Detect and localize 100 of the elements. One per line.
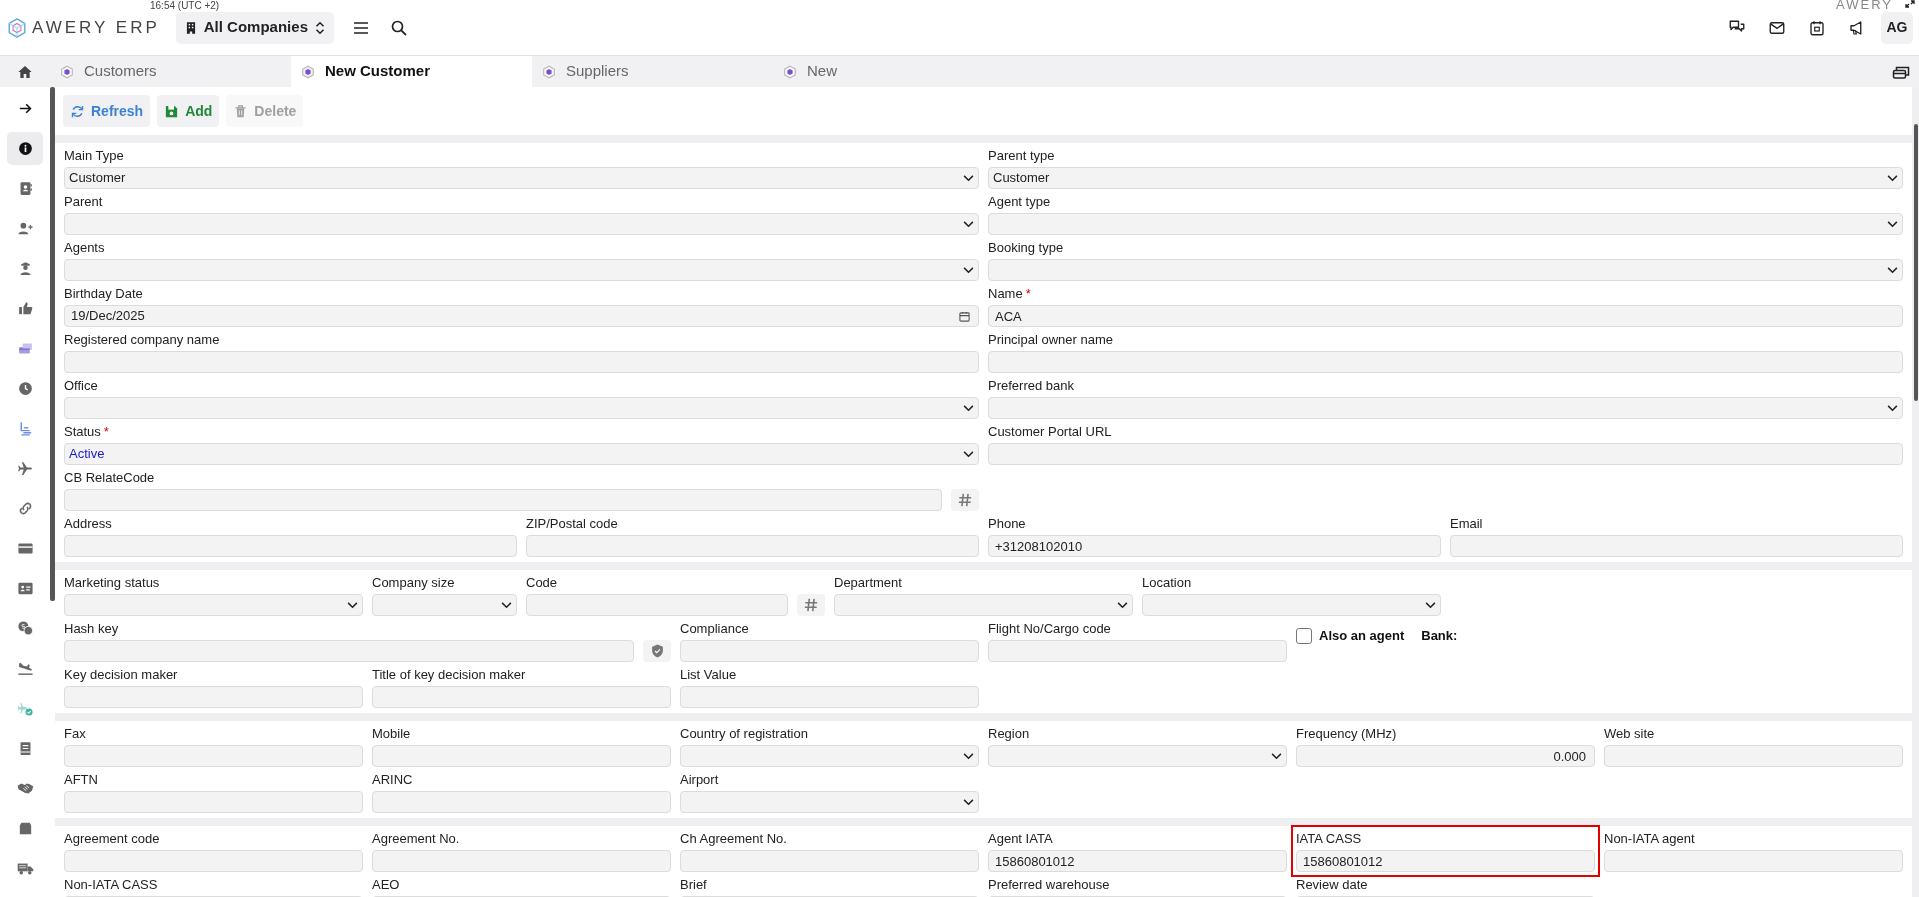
refresh-icon	[70, 103, 85, 119]
calendar-icon	[1808, 18, 1826, 37]
dropdown-field[interactable]	[64, 594, 363, 616]
number-field[interactable]: 0.000	[1296, 745, 1595, 767]
field-label: Customer Portal URL	[988, 423, 1112, 441]
field-label: Title of key decision maker	[372, 666, 526, 684]
dropdown-field[interactable]	[64, 259, 979, 281]
dropdown-field[interactable]: Customer	[64, 167, 979, 189]
user-avatar-button[interactable]: AG	[1881, 11, 1913, 44]
field-label: Airport	[680, 771, 719, 789]
dropdown-field[interactable]	[988, 259, 1903, 281]
dropdown-field[interactable]	[988, 745, 1287, 767]
hash-button[interactable]	[951, 489, 979, 511]
text-field[interactable]	[64, 686, 363, 708]
dropdown-field[interactable]	[988, 397, 1903, 419]
text-field[interactable]	[988, 443, 1903, 465]
hash-icon	[958, 493, 972, 507]
text-field[interactable]	[988, 640, 1287, 662]
shield-button[interactable]	[643, 640, 671, 662]
text-field[interactable]	[680, 850, 979, 872]
field-label: Marketing status	[64, 574, 160, 592]
hash-icon	[804, 598, 818, 612]
chevron-down-icon	[1887, 404, 1898, 412]
chevron-up-down-icon	[313, 20, 326, 35]
chevron-down-icon	[501, 601, 512, 609]
sidebar-item[interactable]	[7, 132, 43, 165]
text-field[interactable]	[680, 686, 979, 708]
company-selector[interactable]: All Companies	[175, 11, 334, 44]
text-field[interactable]	[64, 745, 363, 767]
text-field[interactable]	[64, 640, 634, 662]
field-label: Agreement code	[64, 830, 160, 848]
chevron-down-icon	[963, 798, 974, 806]
field-label: Main Type	[64, 147, 124, 165]
required-mark: *	[1025, 285, 1031, 303]
dropdown-field[interactable]	[64, 213, 979, 235]
corner-logo-text: AWERY	[1836, 0, 1893, 14]
text-field[interactable]	[1604, 745, 1903, 767]
text-field[interactable]	[680, 640, 979, 662]
field-label: Registered company name	[64, 331, 220, 349]
text-field[interactable]: +31208102010	[988, 535, 1441, 557]
field-label: Preferred warehouse	[988, 876, 1110, 894]
text-field[interactable]	[526, 535, 979, 557]
text-field[interactable]	[372, 686, 671, 708]
chevron-down-icon	[1887, 174, 1898, 182]
text-field[interactable]	[988, 351, 1903, 373]
field-label: IATA CASS	[1296, 830, 1362, 848]
field-label: Preferred bank	[988, 377, 1074, 395]
text-field[interactable]	[372, 791, 671, 813]
field-label: Web site	[1604, 725, 1655, 743]
field-label: Region	[988, 725, 1030, 743]
text-field[interactable]	[372, 850, 671, 872]
text-field[interactable]	[64, 850, 363, 872]
dropdown-field[interactable]	[680, 791, 979, 813]
chevron-down-icon	[1887, 220, 1898, 228]
field-label: Non-IATA agent	[1604, 830, 1695, 848]
dropdown-field[interactable]: Active	[64, 443, 979, 465]
date-field[interactable]: 19/Dec/2025	[64, 305, 979, 327]
text-field[interactable]: 15860801012	[1296, 850, 1595, 872]
text-field[interactable]	[64, 351, 979, 373]
tab[interactable]: New Customer	[291, 56, 532, 87]
tab[interactable]: Suppliers	[532, 56, 773, 87]
field-label: Compliance	[680, 620, 749, 638]
text-field[interactable]	[1450, 535, 1903, 557]
dropdown-field[interactable]	[64, 397, 979, 419]
text-field[interactable]	[372, 745, 671, 767]
add-button[interactable]: Add	[157, 95, 220, 127]
tab[interactable]: Customers	[50, 56, 291, 87]
search-icon	[390, 19, 407, 36]
text-field[interactable]: 15860801012	[988, 850, 1287, 872]
user-plus-icon	[16, 220, 34, 237]
text-field[interactable]	[64, 489, 942, 511]
hexagon-icon	[542, 64, 556, 79]
field-label: Brief	[680, 876, 707, 894]
text-field[interactable]	[1604, 850, 1903, 872]
field-label: Phone	[988, 515, 1026, 533]
text-field[interactable]	[64, 535, 517, 557]
field-label: Agreement No.	[372, 830, 460, 848]
field-label: Principal owner name	[988, 331, 1113, 349]
dropdown-field[interactable]	[834, 594, 1133, 616]
dropdown-field[interactable]	[680, 745, 979, 767]
dropdown-field[interactable]	[372, 594, 517, 616]
hexagon-icon	[60, 64, 74, 79]
tab[interactable]: New	[773, 56, 1014, 87]
chevron-down-icon	[1425, 601, 1436, 609]
text-field[interactable]	[526, 594, 788, 616]
field-label: Location	[1142, 574, 1192, 592]
text-field[interactable]	[64, 791, 363, 813]
dropdown-field[interactable]: Customer	[988, 167, 1903, 189]
field-label: Country of registration	[680, 725, 808, 743]
hash-button[interactable]	[797, 594, 825, 616]
chevron-down-icon	[963, 266, 974, 274]
text-field[interactable]: ACA	[988, 305, 1903, 327]
chevron-down-icon	[1887, 266, 1898, 274]
field-label: Key decision maker	[64, 666, 178, 684]
hexagon-icon	[783, 64, 797, 79]
field-label: Frequency (MHz)	[1296, 725, 1397, 743]
checkbox[interactable]	[1296, 627, 1312, 644]
dropdown-field[interactable]	[1142, 594, 1441, 616]
dropdown-field[interactable]	[988, 213, 1903, 235]
airplane-icon	[16, 460, 34, 477]
